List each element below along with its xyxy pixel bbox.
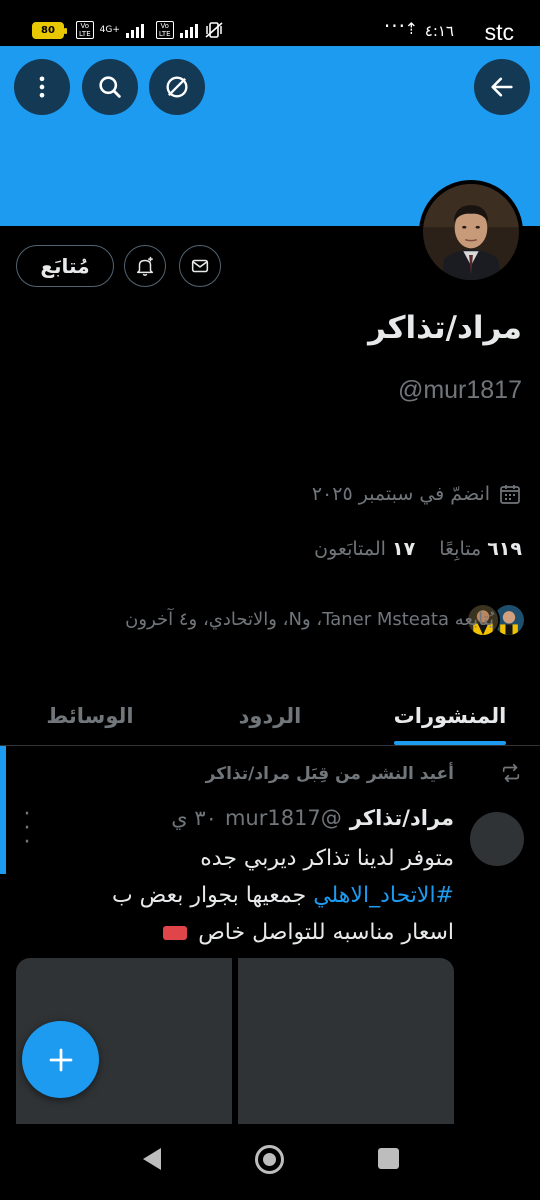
back-button[interactable] [474, 59, 530, 115]
post-author-name[interactable]: مراد/تذاكر [350, 806, 454, 830]
search-icon [99, 76, 121, 98]
followed-by-text[interactable]: يُتابعه Taner Msteata، وN، والاتحادي، و٤… [89, 604, 494, 635]
post-header: مراد/تذاكر @mur1817 ٣٠ ي [171, 806, 454, 830]
tab-replies[interactable]: الردود [180, 686, 360, 745]
status-left-icons: 80 Vo LTE 4G+ Vo LTE [32, 20, 224, 40]
signal-icon [125, 23, 144, 38]
post-author-avatar[interactable] [470, 812, 524, 866]
post-body: متوفر لدينا تذاكر ديربي جده #الاتحاد_الا… [14, 840, 454, 951]
search-button[interactable] [82, 59, 138, 115]
more-button[interactable] [14, 59, 70, 115]
post-line-3: اسعار مناسبه للتواصل خاص [14, 914, 454, 951]
battery-level: 80 [41, 24, 55, 36]
network-type: 4G+ [99, 24, 120, 35]
post-line-2-text: جمعيها بجوار بعض ب [111, 883, 314, 908]
vibrate-off-icon [205, 22, 223, 38]
following-label: المتابَعون [314, 538, 386, 560]
envelope-icon [191, 259, 209, 273]
post-line-3-text: اسعار مناسبه للتواصل خاص [198, 920, 454, 945]
following-count-link[interactable]: ١٧ المتابَعون [314, 538, 415, 560]
pinned-indicator-bar [0, 746, 6, 874]
post-media-1[interactable] [238, 958, 454, 1126]
followers-count: ٦١٩ [487, 538, 522, 560]
followers-label: متابِعًا [439, 538, 482, 560]
system-nav-bar [0, 1124, 540, 1200]
profile-handle: @mur1817 [397, 376, 522, 404]
profile-tabs: المنشورات الردود الوسائط [0, 686, 540, 746]
calendar-icon [500, 485, 520, 504]
repost-icon [502, 763, 520, 783]
status-bar: 80 Vo LTE 4G+ Vo LTE ··· ⇡ ٤:١٦ stc [0, 0, 540, 46]
post-time: ٣٠ ي [171, 806, 217, 830]
follow-counts: ١٧ المتابَعون ٦١٩ متابِعًا [314, 538, 522, 560]
profile-avatar[interactable] [419, 180, 523, 284]
network-label: 4G+ [99, 24, 120, 35]
post-line-2: #الاتحاد_الاهلي جمعيها بجوار بعض ب [14, 877, 454, 914]
notification-dots: ··· [383, 14, 406, 38]
tab-posts[interactable]: المنشورات [360, 686, 540, 745]
bell-plus-icon [136, 256, 154, 276]
following-button[interactable]: مُتابَع [16, 245, 114, 287]
more-vertical-icon [39, 76, 45, 98]
tab-media[interactable]: الوسائط [0, 686, 180, 745]
notifications-button[interactable] [124, 245, 166, 287]
status-time: ٤:١٦ [424, 22, 454, 40]
following-count: ١٧ [392, 538, 416, 560]
compose-button[interactable] [22, 1021, 99, 1098]
carrier-label: stc [484, 19, 514, 45]
block-icon [166, 76, 188, 98]
followers-count-link[interactable]: ٦١٩ متابِعًا [439, 538, 522, 560]
post-author-handle: @mur1817 [224, 806, 342, 830]
post-line-1: متوفر لدينا تذاكر ديربي جده [200, 846, 454, 871]
plus-icon [49, 1048, 72, 1071]
battery-icon: 80 [32, 21, 67, 39]
block-button[interactable] [149, 59, 205, 115]
signal-icon-2 [179, 23, 198, 38]
post-hashtag[interactable]: #الاتحاد_الاهلي [313, 883, 454, 908]
avatar-image [423, 184, 519, 280]
ticket-emoji-icon [163, 926, 188, 940]
profile-name: مراد/تذاكر [368, 310, 522, 346]
joined-text: انضمّ في سبتمبر ٢٠٢٥ [311, 483, 490, 505]
nav-back-icon[interactable] [143, 1148, 161, 1170]
volte-icon: Vo LTE [76, 21, 94, 39]
message-button[interactable] [179, 245, 221, 287]
volte-icon-2: Vo LTE [155, 21, 174, 39]
nav-home-icon[interactable] [255, 1145, 284, 1174]
arrow-left-icon [491, 77, 513, 97]
joined-date: انضمّ في سبتمبر ٢٠٢٥ [312, 482, 522, 506]
nav-recents-icon[interactable] [378, 1148, 399, 1169]
upload-icon: ⇡ [404, 19, 418, 38]
repost-label: أعيد النشر من قِبَل مراد/تذاكر [205, 764, 454, 784]
